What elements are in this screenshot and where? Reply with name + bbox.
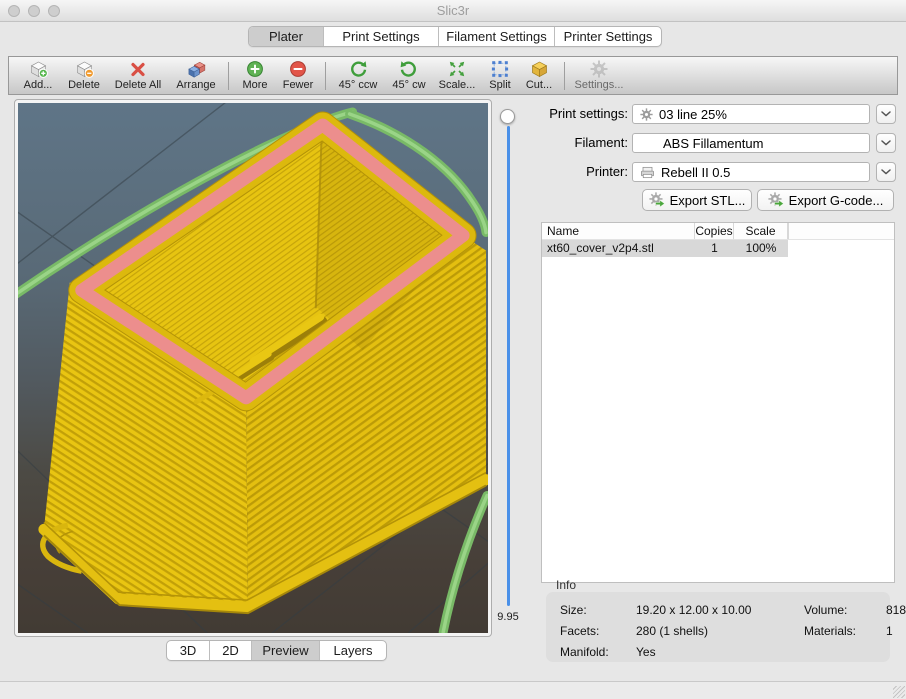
size-label: Size: (560, 603, 636, 617)
arrange-button[interactable]: Arrange (169, 57, 223, 94)
tab-print-settings[interactable]: Print Settings (323, 27, 438, 46)
export-gcode-label: Export G-code... (789, 193, 884, 208)
column-header-scale[interactable]: Scale (734, 223, 788, 239)
volume-value: 818.35 (886, 603, 906, 617)
info-panel: Size: 19.20 x 12.00 x 10.00 Volume: 818.… (546, 592, 890, 662)
view-tab-3d[interactable]: 3D (167, 641, 209, 660)
printer-icon (640, 165, 655, 180)
gear-icon (590, 60, 608, 78)
chevron-down-icon (881, 140, 891, 146)
export-gcode-button[interactable]: Export G-code... (757, 189, 894, 211)
rotate-cw-button[interactable]: 45° cw (385, 57, 433, 94)
printer-label: Printer: (540, 162, 628, 182)
cut-button[interactable]: Cut... (519, 57, 559, 94)
export-stl-button[interactable]: Export STL... (642, 189, 752, 211)
viewport-frame (14, 99, 492, 637)
layer-slider-track[interactable] (507, 126, 510, 606)
settings-button[interactable]: Settings... (570, 57, 628, 94)
column-divider (788, 223, 789, 239)
column-header-name[interactable]: Name (542, 223, 695, 239)
red-cross-icon (129, 60, 147, 78)
facets-label: Facets: (560, 624, 636, 638)
object-list: Name Copies Scale xt60_cover_v2p4.stl 1 … (541, 222, 895, 583)
cell-name: xt60_cover_v2p4.stl (542, 240, 695, 257)
export-gear-icon (768, 192, 785, 208)
volume-label: Volume: (804, 603, 886, 617)
info-section-title: Info (556, 578, 576, 592)
delete-button[interactable]: Delete (61, 57, 107, 94)
export-stl-label: Export STL... (670, 193, 746, 208)
table-row[interactable]: xt60_cover_v2p4.stl 1 100% (542, 240, 788, 257)
fewer-button[interactable]: Fewer (276, 57, 320, 94)
resize-grip[interactable] (893, 686, 905, 698)
cubes-icon (187, 60, 206, 78)
view-tab-bar: 3D 2D Preview Layers (166, 640, 387, 661)
view-tab-layers[interactable]: Layers (319, 641, 386, 660)
chevron-down-icon (881, 111, 891, 117)
materials-value: 1 (886, 624, 906, 638)
rotate-ccw-button[interactable]: 45° ccw (331, 57, 385, 94)
filament-select[interactable]: ABS Fillamentum (632, 133, 870, 153)
layer-slider-handle[interactable] (500, 109, 515, 124)
minus-circle-icon (289, 60, 307, 78)
toolbar-separator (228, 62, 229, 90)
plus-circle-icon (246, 60, 264, 78)
scale-button[interactable]: Scale... (433, 57, 481, 94)
scale-arrows-icon (448, 60, 466, 78)
window-title: Slic3r (0, 0, 906, 22)
manifold-value: Yes (636, 645, 804, 659)
export-gear-icon (649, 192, 666, 208)
manifold-label: Manifold: (560, 645, 636, 659)
printer-value: Rebell II 0.5 (661, 165, 730, 180)
chevron-down-icon (881, 169, 891, 175)
title-bar: Slic3r (0, 0, 906, 22)
rotate-cw-icon (400, 60, 418, 78)
size-value: 19.20 x 12.00 x 10.00 (636, 603, 804, 617)
tab-plater[interactable]: Plater (249, 27, 323, 46)
toolbar-separator (564, 62, 565, 90)
filament-label: Filament: (540, 133, 628, 153)
printer-dropdown-button[interactable] (876, 162, 896, 182)
cube-remove-icon (75, 60, 94, 78)
materials-label: Materials: (804, 624, 886, 638)
view-tab-2d[interactable]: 2D (209, 641, 251, 660)
filament-value: ABS Fillamentum (663, 136, 763, 151)
facets-value: 280 (1 shells) (636, 624, 804, 638)
view-tab-preview[interactable]: Preview (251, 641, 319, 660)
printer-select[interactable]: Rebell II 0.5 (632, 162, 870, 182)
tab-filament-settings[interactable]: Filament Settings (438, 27, 554, 46)
print-settings-select[interactable]: 03 line 25% (632, 104, 870, 124)
split-button[interactable]: Split (481, 57, 519, 94)
preview-3d-canvas[interactable] (18, 103, 488, 633)
print-settings-label: Print settings: (540, 104, 628, 124)
cube-add-icon (29, 60, 48, 78)
toolbar-separator (325, 62, 326, 90)
layer-height-value: 9.95 (486, 611, 530, 623)
main-tab-bar: Plater Print Settings Filament Settings … (248, 26, 662, 47)
column-header-copies[interactable]: Copies (695, 223, 734, 239)
tab-printer-settings[interactable]: Printer Settings (554, 27, 661, 46)
object-list-header: Name Copies Scale (542, 223, 894, 240)
cell-scale: 100% (734, 240, 788, 257)
gear-icon (640, 108, 653, 121)
add-button[interactable]: Add... (15, 57, 61, 94)
yellow-box-icon (530, 60, 549, 78)
status-bar (0, 682, 906, 699)
split-dots-icon (491, 60, 509, 78)
print-settings-value: 03 line 25% (659, 107, 727, 122)
rotate-ccw-icon (349, 60, 367, 78)
delete-all-button[interactable]: Delete All (107, 57, 169, 94)
more-button[interactable]: More (234, 57, 276, 94)
print-settings-dropdown-button[interactable] (876, 104, 896, 124)
filament-dropdown-button[interactable] (876, 133, 896, 153)
cell-copies: 1 (695, 240, 734, 257)
slic3r-window: Slic3r Plater Print Settings Filament Se… (0, 0, 906, 699)
toolbar: Add... Delete Delete All Arrange More (8, 56, 898, 95)
